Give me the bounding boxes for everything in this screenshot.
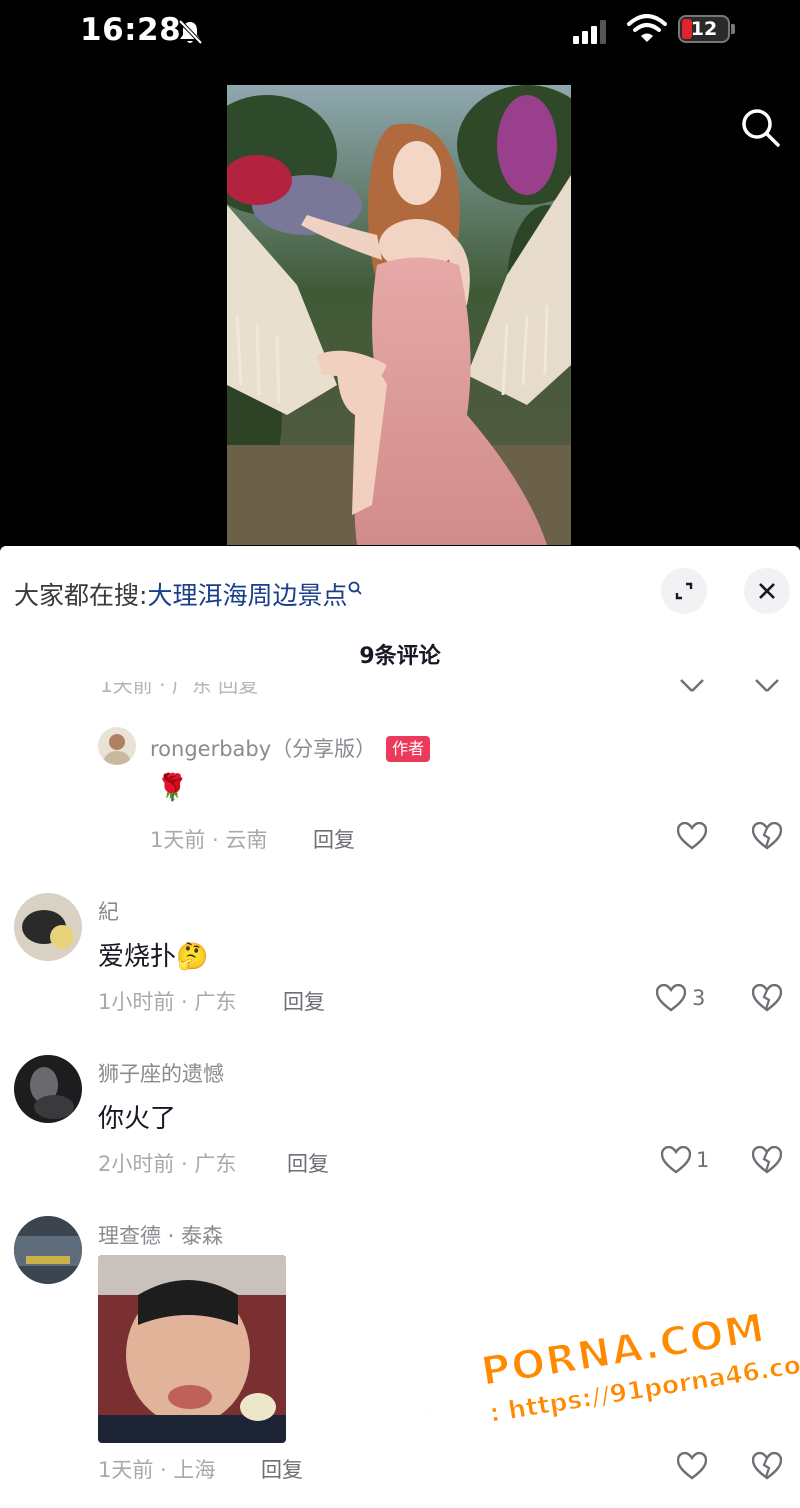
avatar[interactable]	[14, 1055, 82, 1123]
comment-meta: 1天前 · 云南	[150, 828, 268, 852]
signal-icon	[573, 20, 606, 44]
like-count: 1	[696, 1148, 710, 1172]
avatar[interactable]	[14, 893, 82, 961]
reply-button[interactable]: 回复	[261, 1454, 303, 1484]
battery-nub	[731, 24, 735, 34]
author-badge: 作者	[386, 736, 431, 762]
search-icon[interactable]	[738, 105, 782, 149]
heart-icon[interactable]	[677, 678, 707, 694]
comment-meta: 1天前 · 上海	[98, 1458, 216, 1482]
battery-level: 12	[690, 18, 718, 40]
heart-icon[interactable]	[661, 1146, 691, 1174]
close-icon	[759, 583, 775, 599]
heart-icon[interactable]	[656, 984, 686, 1012]
broken-heart-icon[interactable]	[752, 1146, 782, 1174]
reply-button[interactable]: 回复	[313, 824, 355, 854]
comment-meta: 1小时前 · 广东	[98, 990, 237, 1014]
bell-off-icon	[178, 19, 203, 45]
comment-meta: 2小时前 · 广东	[98, 1152, 237, 1176]
comment-count-title: 9条评论	[359, 644, 441, 669]
comment-username[interactable]: rongerbaby（分享版） 作者	[150, 733, 431, 763]
hot-search-keyword[interactable]: 大理洱海周边景点	[147, 581, 347, 610]
keyword-search-icon	[349, 581, 363, 595]
broken-heart-icon[interactable]	[752, 984, 782, 1012]
comment-text: 你火了	[98, 1104, 177, 1134]
comment-username[interactable]: 紀	[98, 896, 119, 926]
comment-image-illustration	[98, 1255, 286, 1443]
wifi-icon	[627, 14, 667, 42]
heart-icon[interactable]	[677, 1452, 707, 1480]
expand-button[interactable]	[661, 568, 707, 614]
avatar-image	[104, 734, 130, 765]
close-button[interactable]	[744, 568, 790, 614]
comment-username[interactable]: 狮子座的遗憾	[98, 1058, 224, 1088]
avatar[interactable]	[14, 1216, 82, 1284]
heart-icon[interactable]	[677, 822, 707, 850]
comment-username[interactable]: 理查德 · 泰森	[98, 1220, 223, 1250]
comment-text: 爱烧扑🤔	[98, 942, 209, 972]
post-photo[interactable]	[227, 85, 571, 545]
broken-heart-icon[interactable]	[752, 678, 782, 694]
status-bar: 16:28 12	[0, 0, 800, 62]
avatar-image	[14, 1236, 82, 1266]
hot-search-label: 大家都在搜:	[14, 581, 148, 610]
cut-off-meta: 1天前 · 广东 回复	[100, 682, 259, 696]
hot-search-bar[interactable]: 大家都在搜:大理洱海周边景点	[14, 576, 363, 612]
like-count: 3	[692, 986, 706, 1010]
comment-text: 🌹	[156, 773, 189, 803]
username-text: rongerbaby（分享版）	[150, 737, 377, 761]
reply-button[interactable]: 回复	[287, 1148, 329, 1178]
avatar-image	[30, 1067, 74, 1119]
expand-icon	[675, 582, 693, 600]
comment-image[interactable]	[98, 1255, 286, 1443]
avatar-image	[22, 910, 74, 949]
post-photo-illustration	[227, 85, 571, 545]
reply-button[interactable]: 回复	[283, 986, 325, 1016]
broken-heart-icon[interactable]	[752, 1452, 782, 1480]
battery-icon: 12	[678, 15, 730, 43]
status-time: 16:28	[80, 12, 182, 48]
broken-heart-icon[interactable]	[752, 822, 782, 850]
avatar[interactable]	[98, 727, 136, 765]
